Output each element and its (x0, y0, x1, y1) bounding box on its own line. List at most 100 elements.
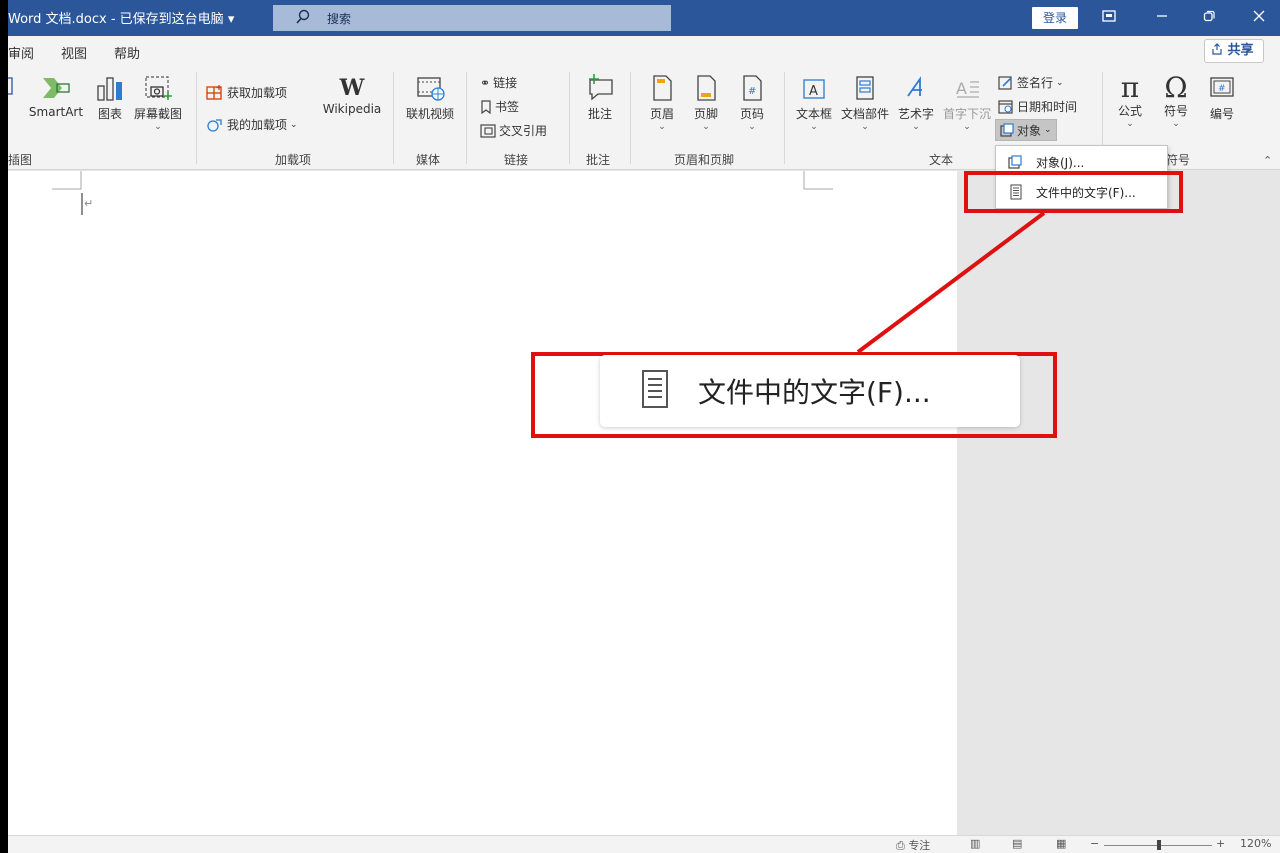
ribbon-display-icon[interactable] (1094, 6, 1124, 30)
chevron-down-icon: ⌄ (658, 122, 666, 132)
group-label-symbols: 符号 (1166, 153, 1191, 167)
get-addins-button[interactable]: 获取加载项 (206, 84, 287, 101)
drop-cap-button[interactable]: A 首字下沉 ⌄ (940, 74, 994, 132)
svg-text:A: A (809, 84, 818, 99)
group-label-comments: 批注 (586, 153, 611, 167)
group-label-text: 文本 (929, 153, 954, 167)
search-placeholder: 搜索 (327, 12, 352, 26)
zoom-in-icon[interactable]: + (1216, 837, 1225, 850)
link-button[interactable]: ⚭ 链接 (480, 74, 517, 91)
group-label-header-footer: 页眉和页脚 (674, 153, 735, 167)
login-button[interactable]: 登录 (1032, 7, 1078, 29)
document-icon (642, 370, 668, 408)
title-bar: Word 文档.docx - 已保存到这台电脑 ▾ 搜索 登录 (8, 0, 1280, 36)
page-number-button[interactable]: # 页码 ⌄ (734, 74, 770, 132)
textbox-icon: A (792, 74, 836, 105)
chevron-down-icon: ⌄ (154, 122, 162, 132)
tab-review[interactable]: 审阅 (8, 43, 34, 62)
focus-icon: ⎙ (896, 839, 905, 852)
zoom-level[interactable]: 120% (1240, 837, 1271, 850)
wikipedia-icon: W (339, 75, 365, 101)
smartart-button[interactable]: SmartArt (26, 74, 86, 119)
tab-help[interactable]: 帮助 (114, 43, 140, 62)
screenshot-button[interactable]: 屏幕截图 ⌄ (130, 74, 186, 132)
group-divider (393, 72, 394, 164)
wikipedia-button[interactable]: W Wikipedia (319, 74, 385, 116)
shapes-icon[interactable] (8, 74, 16, 103)
page-number-icon: # (734, 74, 770, 105)
smartart-icon (26, 74, 86, 105)
symbol-button[interactable]: Ω 符号 ⌄ (1158, 71, 1194, 130)
svg-text:A: A (956, 79, 967, 98)
quick-parts-icon (838, 74, 892, 105)
menu-tabs: 审阅 视图 帮助 共享 (8, 36, 1280, 66)
zoom-out-icon[interactable]: − (1090, 837, 1099, 850)
group-label-media: 媒体 (416, 153, 441, 167)
group-divider (569, 72, 570, 164)
link-icon: ⚭ (480, 75, 491, 90)
chart-button[interactable]: 图表 (92, 74, 128, 122)
chevron-down-icon: ⌄ (810, 122, 818, 132)
share-label: 共享 (1227, 43, 1254, 58)
restore-icon[interactable] (1194, 6, 1224, 30)
chevron-down-icon: ⌄ (912, 122, 920, 132)
cross-reference-button[interactable]: 交叉引用 (480, 122, 547, 139)
document-title[interactable]: Word 文档.docx - 已保存到这台电脑 ▾ (8, 8, 234, 27)
focus-button[interactable]: ⎙ 专注 (896, 837, 930, 853)
search-box[interactable]: 搜索 (273, 5, 671, 31)
chart-icon (92, 74, 128, 105)
number-button[interactable]: # 编号 (1204, 74, 1240, 122)
chevron-down-icon: ⌄ (1056, 77, 1064, 88)
object-icon (1008, 155, 1022, 169)
my-addins-button[interactable]: 我的加载项 ⌄ (206, 116, 298, 133)
footer-button[interactable]: 页脚 ⌄ (688, 74, 724, 132)
chevron-down-icon: ⌄ (1044, 125, 1052, 135)
textbox-button[interactable]: A 文本框 ⌄ (792, 74, 836, 132)
store-icon (206, 84, 222, 100)
svg-text:↵: ↵ (84, 197, 93, 210)
chevron-down-icon: ⌄ (748, 122, 756, 132)
collapse-ribbon-icon[interactable]: ⌃ (1263, 154, 1272, 167)
share-button[interactable]: 共享 (1204, 39, 1264, 63)
chevron-down-icon: ⌄ (861, 122, 869, 132)
page-margin-marks: ↵ (52, 171, 833, 215)
search-icon (295, 9, 311, 28)
wordart-icon (894, 74, 938, 105)
close-icon[interactable] (1244, 6, 1274, 30)
word-window: Word 文档.docx - 已保存到这台电脑 ▾ 搜索 登录 审阅 视图 帮助… (8, 0, 1280, 853)
zoom-callout-panel: 文件中的文字(F)... (600, 355, 1020, 427)
group-divider (196, 72, 197, 164)
screenshot-icon (130, 74, 186, 105)
date-time-button[interactable]: 日期和时间 (998, 98, 1077, 115)
document-page[interactable]: ↵ (8, 171, 957, 835)
status-bar: ⎙ 专注 ▥ ▤ ▦ − + 120% (8, 835, 1280, 853)
minimize-icon[interactable] (1147, 6, 1177, 30)
calendar-icon (998, 99, 1013, 114)
video-icon (402, 74, 458, 105)
read-mode-icon[interactable]: ▥ (970, 837, 980, 850)
zoom-slider-thumb[interactable] (1157, 840, 1161, 850)
comment-button[interactable]: 批注 (580, 74, 620, 122)
group-divider (466, 72, 467, 164)
wordart-button[interactable]: 艺术字 ⌄ (894, 74, 938, 132)
group-label-illustrations: 插图 (8, 153, 33, 167)
group-label-addins: 加载项 (275, 153, 312, 167)
footer-icon (688, 74, 724, 105)
bookmark-button[interactable]: 书签 (480, 98, 519, 115)
print-layout-icon[interactable]: ▤ (1012, 837, 1022, 850)
chevron-down-icon: ⌄ (290, 119, 298, 130)
group-divider (630, 72, 631, 164)
object-button[interactable]: 对象 ⌄ (995, 119, 1057, 141)
quick-parts-button[interactable]: 文档部件 ⌄ (838, 74, 892, 132)
equation-button[interactable]: π 公式 ⌄ (1112, 74, 1148, 130)
addin-icon (207, 118, 222, 132)
tab-view[interactable]: 视图 (61, 43, 87, 62)
signature-line-button[interactable]: 签名行 ⌄ (998, 74, 1064, 91)
chevron-down-icon: ⌄ (1126, 119, 1134, 129)
header-button[interactable]: 页眉 ⌄ (644, 74, 680, 132)
web-layout-icon[interactable]: ▦ (1056, 837, 1066, 850)
omega-icon: Ω (1164, 71, 1188, 104)
header-icon (644, 74, 680, 105)
chevron-down-icon: ⌄ (1172, 119, 1180, 129)
online-video-button[interactable]: 联机视频 (402, 74, 458, 122)
